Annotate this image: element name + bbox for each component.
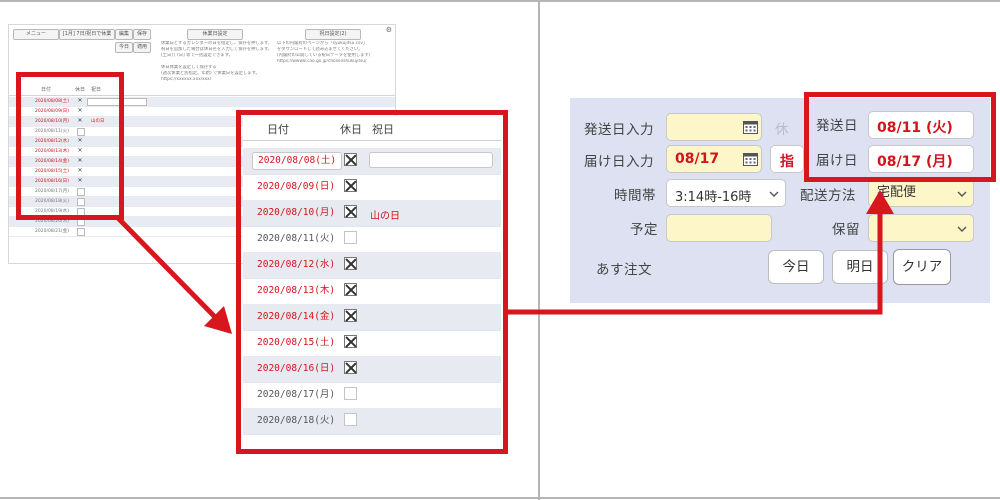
time-select[interactable]: 3:14時-16時 — [666, 179, 786, 207]
time-label: 時間帯 — [614, 188, 656, 204]
chevron-down-icon — [957, 191, 967, 197]
method-select[interactable]: 宅配便 — [868, 179, 974, 207]
panel-divider — [538, 0, 540, 500]
calendar-icon[interactable] — [743, 120, 758, 134]
tomorrow-order-label: あす注文 — [596, 262, 652, 278]
save-button[interactable]: 保存 — [133, 29, 151, 40]
clear-button[interactable]: クリア — [893, 249, 951, 285]
today-button[interactable]: 今日 — [115, 42, 133, 53]
top-border — [0, 0, 1000, 2]
row-date: 2020/08/21(金) — [35, 229, 69, 234]
designate-button[interactable]: 指 — [770, 145, 804, 173]
menu-button[interactable]: メニュー — [13, 29, 59, 40]
deliver-input-label: 届け日入力 — [584, 154, 654, 170]
thumbnail-highlight-box — [16, 72, 124, 220]
instruction-note-1: 休業日とするカレンダーの日を指定し、保存を押します。 祝日を追加した場合は休日名… — [161, 41, 269, 82]
hold-select[interactable] — [868, 214, 974, 242]
ship-input-label: 発送日入力 — [584, 122, 654, 138]
zoom-arrowhead — [204, 306, 232, 334]
national-holiday-setting-button[interactable]: 祝日設定(2) — [305, 29, 361, 40]
schedule-label: 予定 — [630, 222, 658, 238]
holiday-checkbox[interactable] — [77, 228, 85, 236]
hold-label: 保留 — [832, 222, 860, 238]
edit-button[interactable]: 編集 — [115, 29, 133, 40]
result-highlight-box — [804, 92, 996, 182]
bottom-border — [0, 497, 1000, 499]
holiday-setting-button[interactable]: 休業日設定 — [187, 29, 243, 40]
chevron-down-icon — [769, 191, 779, 197]
calendar-icon[interactable] — [743, 152, 758, 166]
method-label: 配送方法 — [800, 188, 856, 204]
schedule-input[interactable] — [666, 214, 772, 242]
gear-icon[interactable]: ⚙ — [386, 26, 392, 34]
today-button[interactable]: 今日 — [768, 250, 824, 284]
tomorrow-button[interactable]: 明日 — [832, 250, 888, 284]
bulk-holiday-button[interactable]: [1月] 7日/祝日で休業 — [59, 29, 115, 40]
apply-button[interactable]: 適用 — [133, 42, 151, 53]
instruction-note-2: 以下の内閣府のページから「syukujitsu.csv」 をダウンロードして読み… — [277, 41, 371, 64]
zoom-highlight-box — [236, 110, 508, 454]
chevron-down-icon — [957, 226, 967, 232]
ship-partial-label: 休 — [775, 122, 789, 138]
